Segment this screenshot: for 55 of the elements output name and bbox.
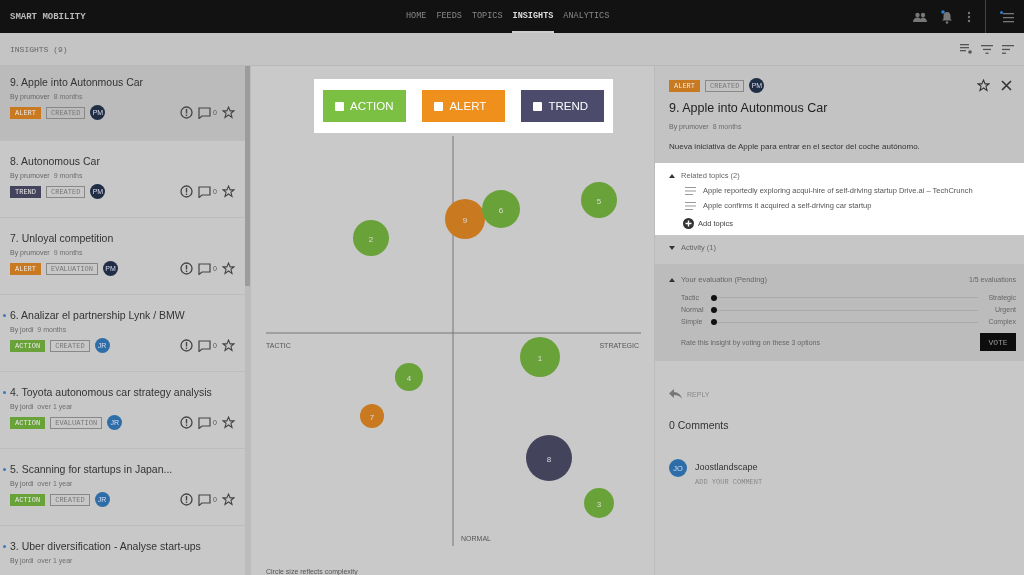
plus-circle-icon[interactable] [683,218,694,229]
alert-icon[interactable] [180,106,194,119]
insight-title: 4. Toyota autonomous car strategy analysis [10,386,212,398]
people-icon[interactable] [913,11,927,22]
menu-icon[interactable] [1000,10,1014,23]
filter-toggle[interactable]: TREND [521,90,605,122]
comment-icon[interactable] [198,106,212,119]
text-lines-icon [685,201,696,210]
nav-tab[interactable]: TOPICS [470,0,504,33]
comment-icon[interactable] [198,339,212,352]
nav-tab[interactable]: FEEDS [435,0,463,33]
sort-icon[interactable] [1002,44,1014,54]
filter-icon[interactable] [981,44,993,54]
alert-icon[interactable] [180,416,194,429]
slider-thumb[interactable] [711,294,717,301]
alert-icon[interactable] [180,339,194,352]
bell-icon[interactable] [941,9,953,24]
evaluation-slider[interactable] [711,294,978,301]
reply-icon[interactable] [669,389,682,399]
nav-tab[interactable]: ANALYTICS [562,0,611,33]
text-lines-icon [685,186,696,195]
slider-thumb[interactable] [711,318,717,325]
vote-button[interactable]: VOTE [980,333,1016,351]
insight-title: 7. Unloyal competition [10,232,114,244]
section-title: INSIGHTS (9) [10,44,68,54]
description: Nueva iniciativa de Apple para entrar en el sector del coche autónomo. [669,142,921,151]
alert-icon[interactable] [180,493,194,506]
star-icon[interactable] [222,106,235,119]
comment-icon[interactable] [198,185,212,198]
list-add-icon[interactable] [960,44,972,54]
user-name: Joostlandscape [695,462,759,472]
insight-title: 8. Autonomous Car [10,155,100,167]
comments-heading: 0 Comments [669,419,730,431]
star-icon[interactable] [222,416,235,429]
star-icon[interactable] [977,79,990,92]
comment-icon[interactable] [198,416,212,429]
slider-thumb[interactable] [711,306,717,313]
comment-icon[interactable] [198,493,212,506]
alert-icon[interactable] [180,262,194,275]
insight-title: 5. Scanning for startups in Japan... [10,463,173,475]
star-icon[interactable] [222,262,235,275]
close-icon[interactable] [1001,80,1012,91]
comment-icon[interactable] [198,262,212,275]
app-title: SMART MOBILITY [10,11,86,22]
insight-bubble[interactable]: 8 [526,435,572,481]
nav-tab[interactable]: HOME [405,0,428,33]
insight-title: 9. Apple into Autonmous Car [10,76,144,88]
alert-icon[interactable] [180,185,194,198]
more-icon[interactable] [967,10,971,23]
insight-title: 3. Uber diversification - Analyse start-ups [10,540,201,552]
star-icon[interactable] [222,493,235,506]
star-icon[interactable] [222,185,235,198]
insight-title: 6. Analizar el partnership Lynk / BMW [10,309,185,321]
insight-title: 9. Apple into Autonmous Car [669,101,829,115]
star-icon[interactable] [222,339,235,352]
